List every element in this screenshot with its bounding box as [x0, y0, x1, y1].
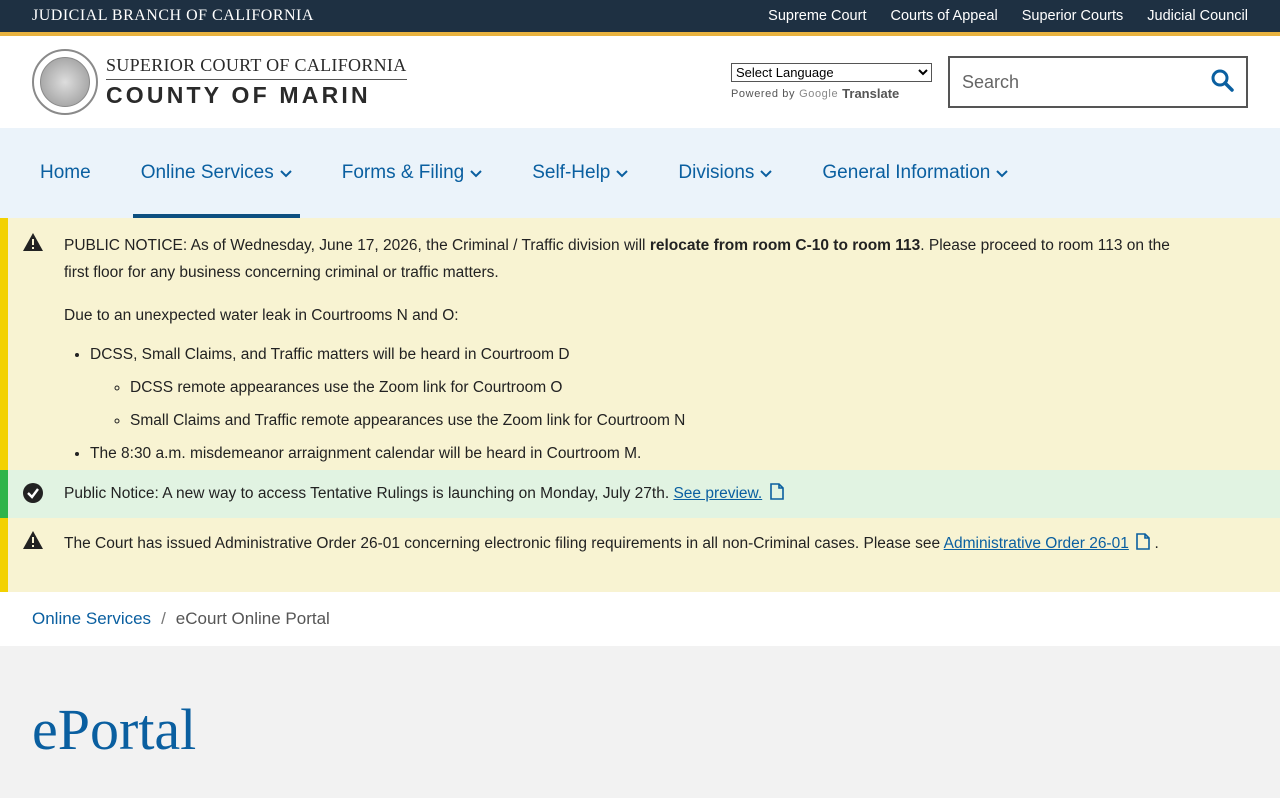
branch-brand[interactable]: JUDICIAL BRANCH OF CALIFORNIA: [32, 7, 314, 25]
warning-icon: [22, 232, 44, 261]
logo-text: SUPERIOR COURT OF CALIFORNIA COUNTY OF M…: [106, 55, 407, 109]
alert-relocation: PUBLIC NOTICE: As of Wednesday, June 17,…: [0, 218, 1280, 470]
breadcrumb-online-services[interactable]: Online Services: [32, 609, 151, 629]
nav-item-home[interactable]: Home: [32, 128, 99, 218]
alert-relocation-text: PUBLIC NOTICE: As of Wednesday, June 17,…: [64, 237, 1170, 281]
breadcrumb: Online Services / eCourt Online Portal: [0, 592, 1280, 646]
document-icon: [767, 483, 784, 502]
alert-leak-intro: Due to an unexpected water leak in Court…: [64, 307, 459, 324]
top-link-judicial-council[interactable]: Judicial Council: [1147, 8, 1248, 24]
top-bar: JUDICIAL BRANCH OF CALIFORNIA Supreme Co…: [0, 0, 1280, 36]
list-item: DCSS remote appearances use the Zoom lin…: [130, 374, 1180, 401]
chevron-down-icon: [470, 162, 482, 184]
list-item: The 8:30 a.m. misdemeanor arraignment ca…: [90, 440, 1180, 467]
page-title: ePortal: [32, 697, 197, 762]
nav-item-divisions[interactable]: Divisions: [670, 128, 780, 218]
chevron-down-icon: [280, 162, 292, 184]
breadcrumb-current: eCourt Online Portal: [175, 609, 330, 628]
alert-tentative-rulings: Public Notice: A new way to access Tenta…: [0, 470, 1280, 518]
logo-line1: SUPERIOR COURT OF CALIFORNIA: [106, 55, 407, 80]
top-links: Supreme Court Courts of Appeal Superior …: [768, 8, 1248, 24]
site-header: SUPERIOR COURT OF CALIFORNIA COUNTY OF M…: [0, 36, 1280, 128]
warning-icon: [22, 530, 44, 559]
nav-item-online-services[interactable]: Online Services: [132, 128, 300, 218]
top-link-superior-courts[interactable]: Superior Courts: [1022, 8, 1124, 24]
court-seal-icon: [32, 49, 98, 115]
breadcrumb-separator: /: [161, 609, 166, 628]
top-link-supreme-court[interactable]: Supreme Court: [768, 8, 866, 24]
list-item: DCSS, Small Claims, and Traffic matters …: [90, 341, 1180, 434]
nav-item-general-information[interactable]: General Information: [814, 128, 1016, 218]
chevron-down-icon: [760, 162, 773, 184]
see-preview-link[interactable]: See preview.: [673, 485, 762, 502]
top-link-courts-of-appeal[interactable]: Courts of Appeal: [890, 8, 997, 24]
document-icon: [1133, 533, 1154, 552]
powered-by: Powered by Google Translate: [731, 86, 900, 101]
search-icon[interactable]: [1210, 68, 1234, 97]
google-translate: Select Language Powered by Google Transl…: [731, 63, 932, 101]
list-item: Small Claims and Traffic remote appearan…: [130, 407, 1180, 434]
chevron-down-icon: [616, 162, 629, 184]
title-area: ePortal: [0, 646, 1280, 798]
language-select[interactable]: Select Language: [731, 63, 932, 82]
header-right: Select Language Powered by Google Transl…: [731, 56, 1248, 108]
search-box: [948, 56, 1248, 108]
alert-admin-order: The Court has issued Administrative Orde…: [0, 518, 1280, 592]
chevron-down-icon: [996, 162, 1009, 184]
check-circle-icon: [22, 482, 44, 513]
search-input[interactable]: [962, 71, 1192, 93]
admin-order-link[interactable]: Administrative Order 26-01: [944, 535, 1129, 552]
main-nav: Home Online Services Forms & Filing Self…: [0, 128, 1280, 218]
nav-item-forms-filing[interactable]: Forms & Filing: [334, 128, 490, 218]
leak-list: DCSS, Small Claims, and Traffic matters …: [64, 341, 1180, 467]
nav-item-self-help[interactable]: Self-Help: [524, 128, 636, 218]
logo-line2: COUNTY OF MARIN: [106, 82, 371, 108]
court-logo[interactable]: SUPERIOR COURT OF CALIFORNIA COUNTY OF M…: [32, 49, 407, 115]
google-logo[interactable]: Google: [799, 88, 838, 100]
